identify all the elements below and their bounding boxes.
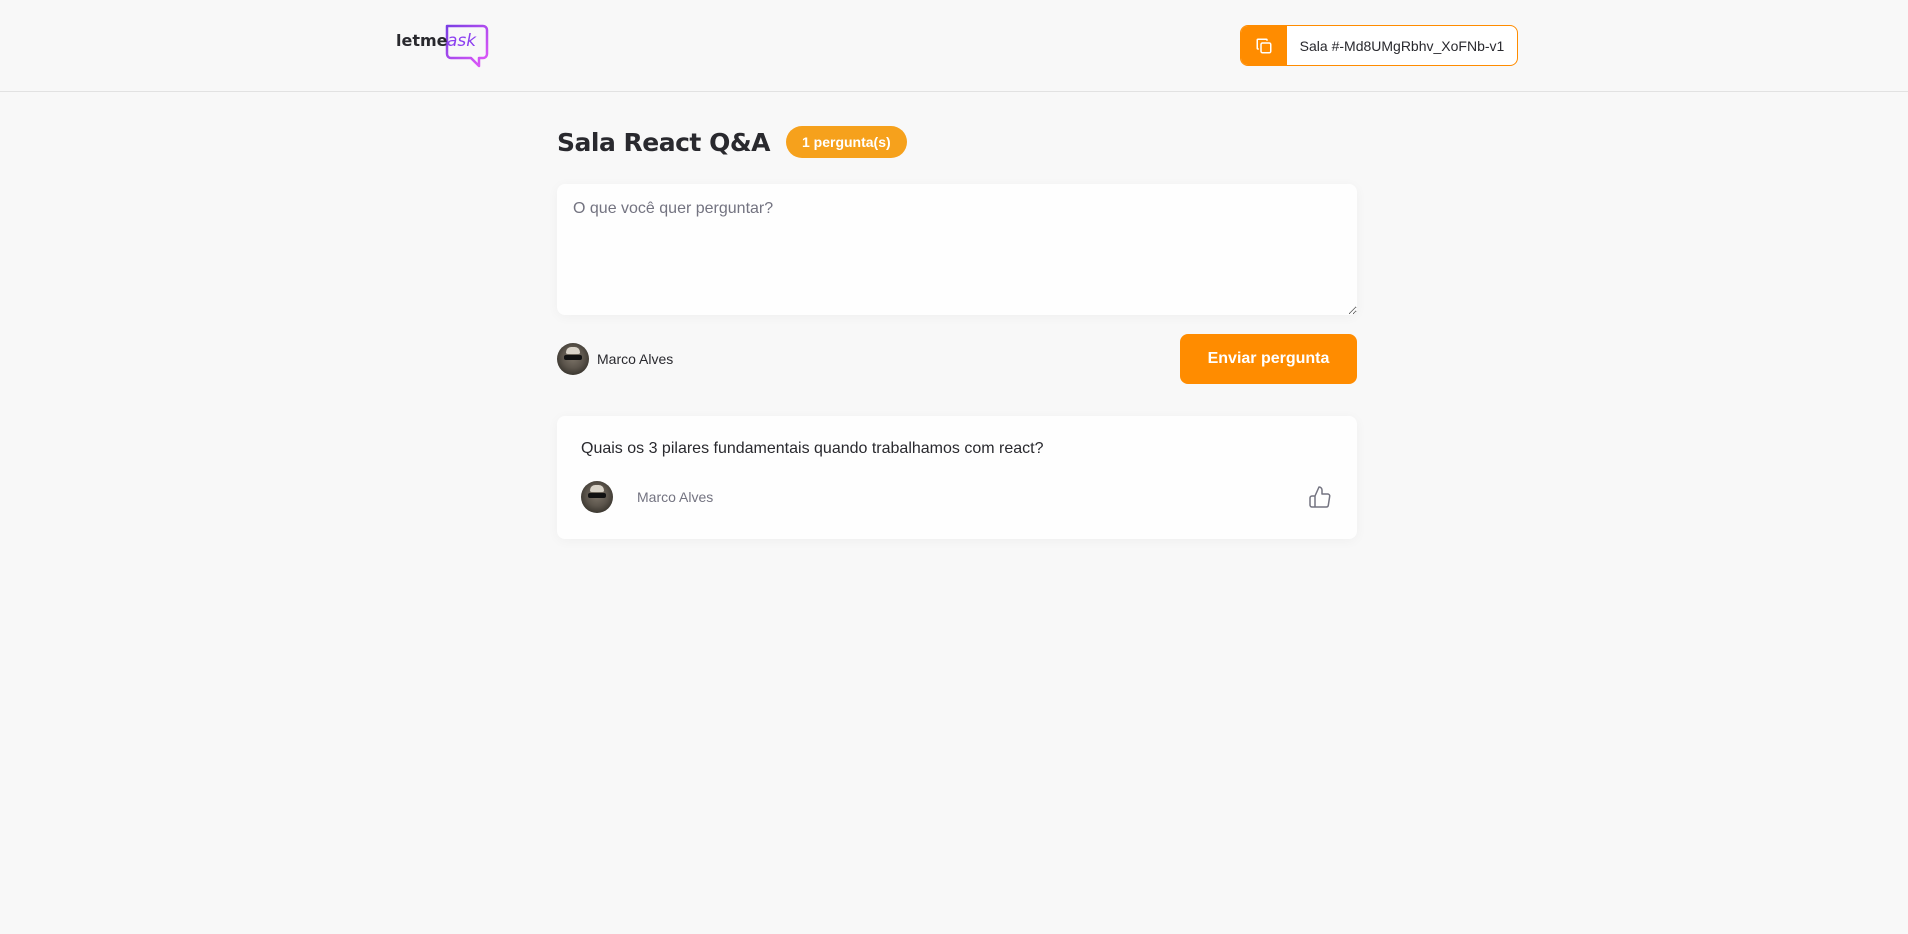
- question-footer: Marco Alves: [581, 481, 1333, 513]
- room-title-row: Sala React Q&A 1 pergunta(s): [557, 126, 907, 158]
- letmeask-logo[interactable]: letme ask: [395, 22, 495, 68]
- avatar: [581, 481, 613, 513]
- question-author-name: Marco Alves: [637, 489, 714, 505]
- current-user-name: Marco Alves: [597, 351, 674, 367]
- question-card: Quais os 3 pilares fundamentais quando t…: [557, 416, 1357, 539]
- like-button[interactable]: [1307, 484, 1333, 510]
- header: letme ask Sala #-Md8UMgRbhv_XoFNb-v1: [0, 0, 1908, 92]
- form-footer: Marco Alves Enviar pergunta: [557, 334, 1357, 384]
- room-title: Sala React Q&A: [557, 127, 770, 157]
- question-content: Quais os 3 pilares fundamentais quando t…: [581, 440, 1044, 457]
- send-question-button[interactable]: Enviar pergunta: [1180, 334, 1357, 384]
- avatar: [557, 343, 589, 375]
- thumbs-up-icon: [1309, 486, 1331, 508]
- logo-text-ask: ask: [447, 31, 477, 51]
- speech-bubble-icon: letme ask: [396, 24, 489, 68]
- room-code-label: Sala #-Md8UMgRbhv_XoFNb-v1: [1299, 37, 1505, 54]
- copy-icon: [1256, 38, 1272, 53]
- question-author: Marco Alves: [581, 481, 713, 513]
- copy-icon-box: [1241, 26, 1287, 65]
- question-input[interactable]: [557, 184, 1357, 315]
- copy-room-code-button[interactable]: Sala #-Md8UMgRbhv_XoFNb-v1: [1240, 25, 1518, 66]
- logo-text-letme: letme: [396, 31, 448, 50]
- current-user-info: Marco Alves: [557, 343, 673, 375]
- question-count-badge: 1 pergunta(s): [785, 126, 907, 158]
